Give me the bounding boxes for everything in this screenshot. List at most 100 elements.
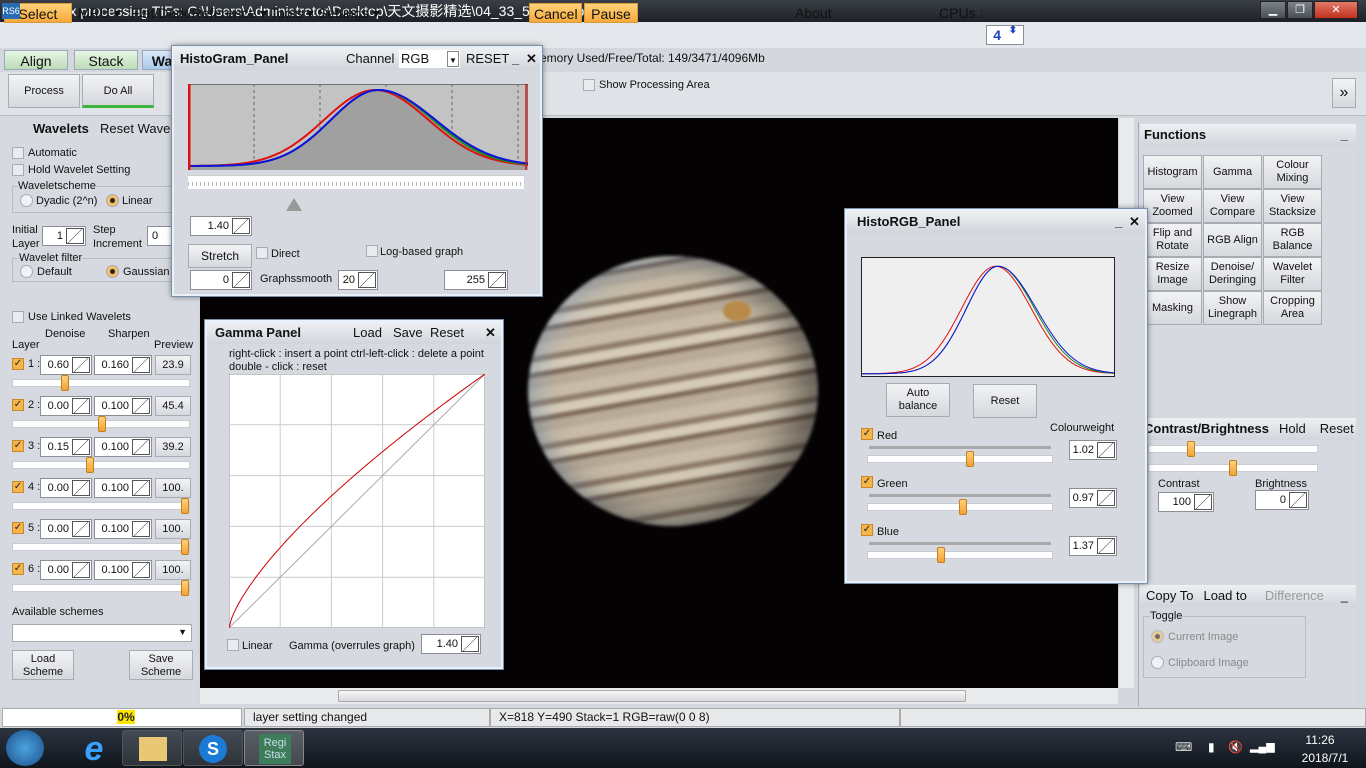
brightness-stepper[interactable]: 0 <box>1255 490 1309 510</box>
function-button[interactable]: Show Linegraph <box>1203 291 1262 325</box>
automatic-checkbox[interactable] <box>12 147 24 159</box>
layer-slider[interactable] <box>12 498 190 514</box>
gamma-close-button[interactable]: ✕ <box>485 322 496 344</box>
process-button[interactable]: Process <box>8 74 80 108</box>
function-button[interactable]: Colour Mixing <box>1263 155 1322 189</box>
auto-balance-button[interactable]: Auto balance <box>886 383 950 417</box>
graphsmooth-stepper[interactable]: 20 <box>338 270 378 290</box>
layer-checkbox[interactable]: ✓ <box>12 358 24 370</box>
load-to-button[interactable]: Load to <box>1203 588 1246 603</box>
function-button[interactable]: Masking <box>1143 291 1202 325</box>
horizontal-scrollbar[interactable] <box>200 688 1118 704</box>
network-icon[interactable]: ▂▄▆ <box>1250 740 1275 753</box>
histogram-reset-button[interactable]: RESET <box>466 48 509 70</box>
menu-tools[interactable]: Tools ▾ <box>266 3 318 23</box>
histogram-ruler[interactable] <box>188 175 524 189</box>
sharpen-stepper[interactable]: 0.100 <box>94 519 152 539</box>
tab-align[interactable]: Align <box>4 50 68 70</box>
layer-checkbox[interactable]: ✓ <box>12 481 24 493</box>
dyadic-radio[interactable] <box>20 194 33 207</box>
layer-checkbox[interactable]: ✓ <box>12 563 24 575</box>
brightness-slider[interactable] <box>1148 460 1318 476</box>
sogou-icon[interactable]: S <box>183 730 243 766</box>
contrast-hold-button[interactable]: Hold <box>1279 421 1306 436</box>
denoise-stepper[interactable]: 0.00 <box>40 478 92 498</box>
maximize-button[interactable]: ❐ <box>1287 1 1313 19</box>
gamma-save-button[interactable]: Save <box>393 322 423 344</box>
menu-settings[interactable]: Settings ▾ <box>314 3 384 23</box>
gamma-reset-button[interactable]: Reset <box>430 322 464 344</box>
colourweight-stepper[interactable]: 1.02 <box>1069 440 1117 460</box>
function-button[interactable]: Cropping Area <box>1263 291 1322 325</box>
contrast-slider-thumb[interactable] <box>1187 441 1195 457</box>
layer-preview-button[interactable]: 100. <box>155 478 191 498</box>
contrast-reset-button[interactable]: Reset <box>1320 421 1354 436</box>
function-button[interactable]: Histogram <box>1143 155 1202 189</box>
menu-about[interactable]: About <box>791 3 836 23</box>
gaussian-radio[interactable] <box>106 265 119 278</box>
linear-radio[interactable] <box>106 194 119 207</box>
layer-checkbox[interactable]: ✓ <box>12 399 24 411</box>
function-button[interactable]: View Zoomed <box>1143 189 1202 223</box>
load-scheme-button[interactable]: Load Scheme <box>12 650 74 680</box>
layer-slider[interactable] <box>12 457 190 473</box>
layer-slider[interactable] <box>12 580 190 596</box>
channel-slider[interactable] <box>867 451 1053 467</box>
keyboard-icon[interactable]: ⌨ <box>1175 740 1192 754</box>
sharpen-stepper[interactable]: 0.100 <box>94 437 152 457</box>
default-radio[interactable] <box>20 265 33 278</box>
layer-preview-button[interactable]: 100. <box>155 519 191 539</box>
channel-checkbox[interactable]: ✓ <box>861 476 873 488</box>
function-button[interactable]: Flip and Rotate <box>1143 223 1202 257</box>
function-button[interactable]: RGB Balance <box>1263 223 1322 257</box>
histogram-gamma-stepper[interactable]: 1.40 <box>190 216 252 236</box>
direct-checkbox[interactable] <box>256 247 268 259</box>
gamma-load-button[interactable]: Load <box>353 322 382 344</box>
histogram-low-stepper[interactable]: 0 <box>190 270 252 290</box>
schemes-dropdown[interactable]: ▼ <box>12 624 192 642</box>
log-graph-checkbox[interactable] <box>366 245 378 257</box>
histogram-close-button[interactable]: ✕ <box>526 48 537 70</box>
layer-preview-button[interactable]: 100. <box>155 560 191 580</box>
layer-preview-button[interactable]: 39.2 <box>155 437 191 457</box>
colourweight-stepper[interactable]: 1.37 <box>1069 536 1117 556</box>
function-button[interactable]: Resize Image <box>1143 257 1202 291</box>
channel-slider[interactable] <box>867 499 1053 515</box>
internet-explorer-icon[interactable]: e <box>64 732 124 768</box>
menu-mru[interactable]: MRU ▾ <box>74 3 125 23</box>
sharpen-stepper[interactable]: 0.100 <box>94 396 152 416</box>
layer-slider-thumb[interactable] <box>181 498 189 514</box>
channel-slider-thumb[interactable] <box>966 451 975 467</box>
histogram-graph[interactable] <box>188 84 528 170</box>
histogram-high-stepper[interactable]: 255 <box>444 270 508 290</box>
histo-rgb-minimize-button[interactable]: _ <box>1115 211 1122 233</box>
minimize-button[interactable]: ▁ <box>1260 1 1286 19</box>
initial-layer-stepper[interactable]: 1 <box>42 226 86 246</box>
layer-slider[interactable] <box>12 416 190 432</box>
battery-icon[interactable]: ▮ <box>1208 740 1215 754</box>
sharpen-stepper[interactable]: 0.100 <box>94 560 152 580</box>
copy-to-button[interactable]: Copy To <box>1146 588 1193 603</box>
registax-taskbar-button[interactable]: Regi Stax <box>244 730 304 766</box>
layer-slider-thumb[interactable] <box>181 580 189 596</box>
channel-select[interactable]: RGB ▼ <box>399 50 460 68</box>
layer-slider-thumb[interactable] <box>98 416 106 432</box>
linked-wavelets-checkbox[interactable] <box>12 311 24 323</box>
function-button[interactable]: View Stacksize <box>1263 189 1322 223</box>
do-all-button[interactable]: Do All <box>82 74 154 108</box>
tab-stack[interactable]: Stack <box>74 50 138 70</box>
sharpen-stepper[interactable]: 0.100 <box>94 478 152 498</box>
channel-slider[interactable] <box>867 547 1053 563</box>
pause-button[interactable]: Pause <box>584 3 638 23</box>
channel-slider-thumb[interactable] <box>936 547 945 563</box>
channel-slider-thumb[interactable] <box>958 499 967 515</box>
gamma-curve-graph[interactable] <box>229 374 485 628</box>
gamma-linear-checkbox[interactable] <box>227 639 239 651</box>
expand-button[interactable]: » <box>1332 78 1356 108</box>
hold-wavelet-checkbox[interactable] <box>12 164 24 176</box>
histo-rgb-close-button[interactable]: ✕ <box>1129 211 1140 233</box>
step-increment-stepper[interactable]: 0 <box>147 226 175 246</box>
layer-slider[interactable] <box>12 539 190 555</box>
menu-flat-dark-reference[interactable]: Flat/Dark/Reference ▾ <box>127 3 271 23</box>
denoise-stepper[interactable]: 0.00 <box>40 519 92 539</box>
